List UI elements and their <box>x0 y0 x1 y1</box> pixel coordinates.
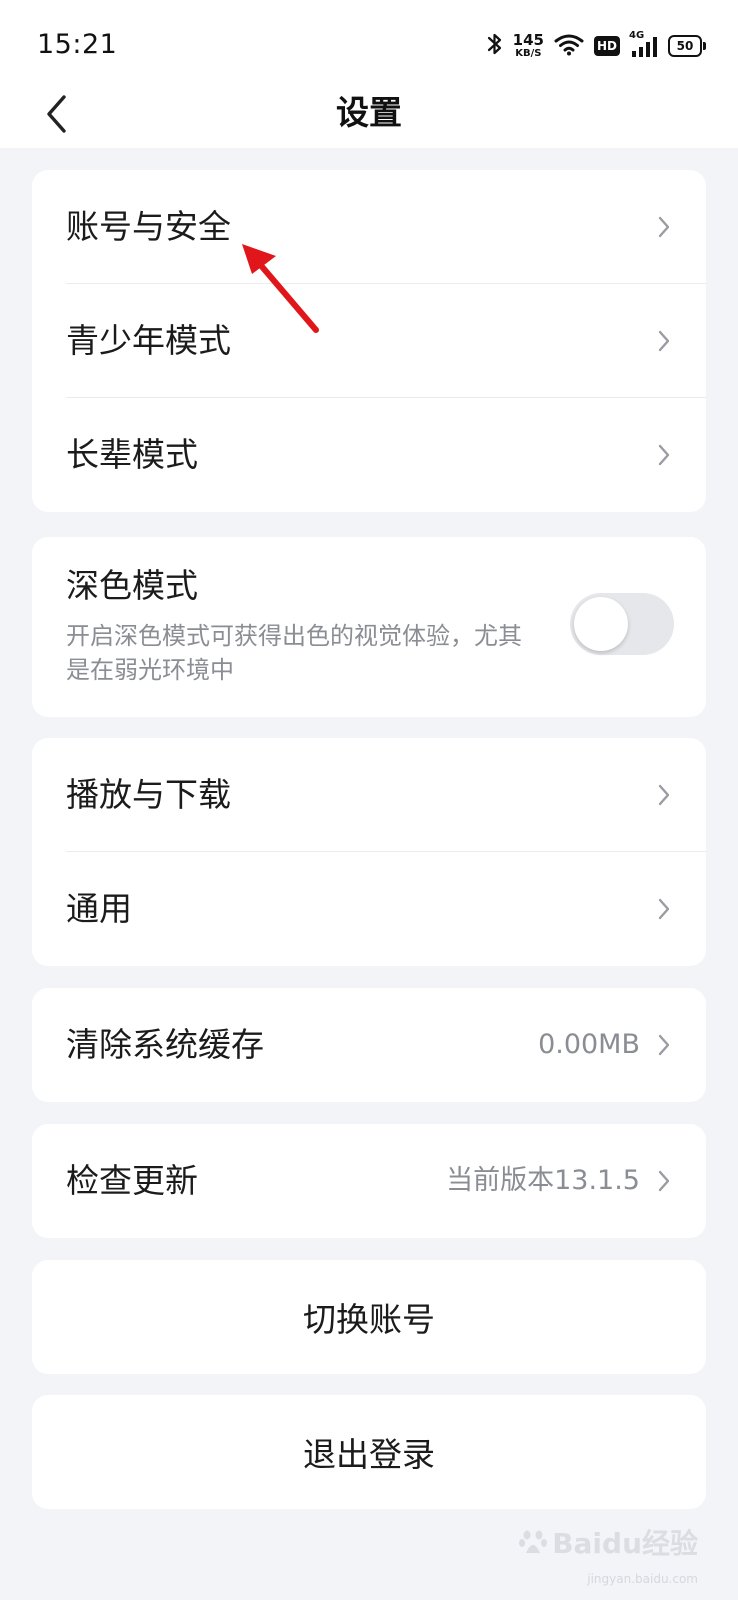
network-type-label: 4G <box>629 30 645 41</box>
network-speed: 145 KB/S <box>513 33 544 59</box>
battery-level: 50 <box>668 35 702 57</box>
toggle-knob <box>574 597 628 651</box>
status-bar: 15:21 145 KB/S HD 4G 50 <box>0 0 738 80</box>
dark-mode-card: 深色模式 开启深色模式可获得出色的视觉体验，尤其是在弱光环境中 <box>32 537 706 717</box>
switch-account-label: 切换账号 <box>303 1300 435 1339</box>
cellular-signal-icon: 4G <box>629 30 658 58</box>
menu-item-youth-mode[interactable]: 青少年模式 <box>32 284 706 398</box>
chevron-right-icon <box>652 325 676 357</box>
menu-item-label: 青少年模式 <box>66 321 231 360</box>
menu-item-check-update[interactable]: 检查更新 当前版本13.1.5 <box>32 1124 706 1238</box>
status-icons: 145 KB/S HD 4G 50 <box>487 28 706 64</box>
chevron-right-icon <box>652 211 676 243</box>
baidu-paw-icon <box>519 1530 548 1553</box>
watermark-url: jingyan.baidu.com <box>587 1572 698 1586</box>
status-time: 15:21 <box>37 29 118 60</box>
page-title: 设置 <box>336 93 402 132</box>
cache-size-value: 0.00MB <box>538 1029 640 1060</box>
check-update-card: 检查更新 当前版本13.1.5 <box>32 1124 706 1238</box>
network-speed-unit: KB/S <box>515 48 542 59</box>
switch-account-button[interactable]: 切换账号 <box>32 1260 706 1374</box>
battery-icon: 50 <box>668 35 706 57</box>
switch-account-card: 切换账号 <box>32 1260 706 1374</box>
menu-item-general[interactable]: 通用 <box>32 852 706 966</box>
chevron-right-icon <box>652 893 676 925</box>
header: 设置 <box>0 80 738 148</box>
chevron-right-icon <box>652 779 676 811</box>
menu-item-account-security[interactable]: 账号与安全 <box>32 170 706 284</box>
current-version-value: 当前版本13.1.5 <box>446 1165 640 1196</box>
playback-general-card: 播放与下载 通用 <box>32 738 706 966</box>
watermark-text: Baidu经验 <box>552 1527 698 1560</box>
bluetooth-icon <box>487 31 503 61</box>
menu-item-label: 检查更新 <box>66 1161 198 1200</box>
menu-item-playback-download[interactable]: 播放与下载 <box>32 738 706 852</box>
baidu-watermark: Baidu经验 <box>518 1522 698 1562</box>
dark-mode-description: 开启深色模式可获得出色的视觉体验，尤其是在弱光环境中 <box>66 622 522 684</box>
menu-item-label: 播放与下载 <box>66 775 231 814</box>
chevron-right-icon <box>652 439 676 471</box>
clear-cache-card: 清除系统缓存 0.00MB <box>32 988 706 1102</box>
chevron-right-icon <box>652 1029 676 1061</box>
account-settings-card: 账号与安全 青少年模式 长辈模式 <box>32 170 706 512</box>
network-speed-value: 145 <box>512 31 544 49</box>
menu-item-label: 账号与安全 <box>66 207 231 246</box>
annotation-arrow-icon <box>242 244 319 333</box>
logout-card: 退出登录 <box>32 1395 706 1509</box>
menu-item-elder-mode[interactable]: 长辈模式 <box>32 398 706 512</box>
menu-item-clear-cache[interactable]: 清除系统缓存 0.00MB <box>32 988 706 1102</box>
chevron-right-icon <box>652 1165 676 1197</box>
logout-button[interactable]: 退出登录 <box>32 1395 706 1509</box>
menu-item-label: 长辈模式 <box>66 435 198 474</box>
dark-mode-toggle[interactable] <box>570 593 674 655</box>
menu-item-label: 通用 <box>66 889 132 928</box>
wifi-icon <box>554 32 584 60</box>
logout-label: 退出登录 <box>303 1435 435 1474</box>
menu-item-label: 清除系统缓存 <box>66 1025 264 1064</box>
dark-mode-title: 深色模式 <box>66 566 198 605</box>
hd-badge: HD <box>593 36 620 56</box>
